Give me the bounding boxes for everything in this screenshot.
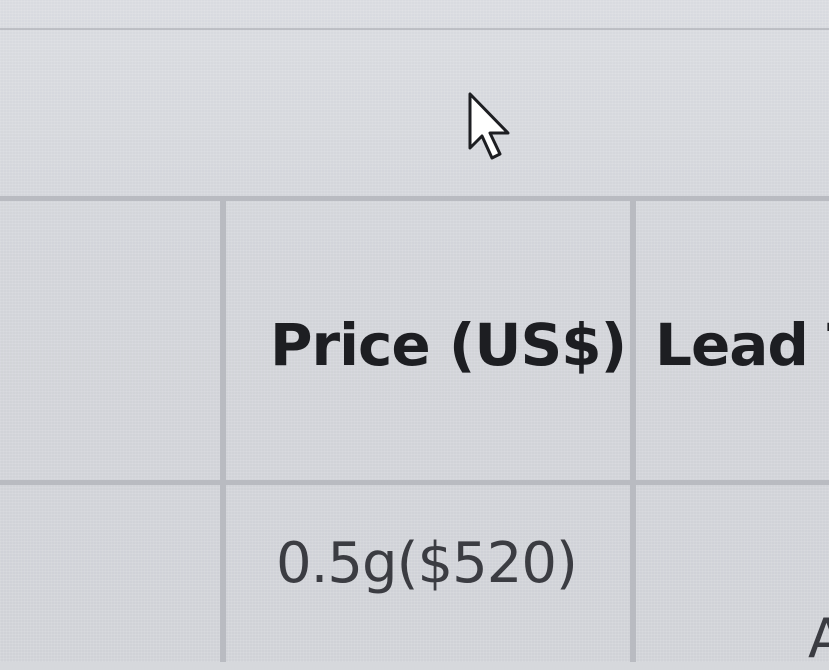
table-header-bottom-border xyxy=(0,480,829,485)
arrow-cursor-icon xyxy=(468,92,510,160)
column-divider-2 xyxy=(630,196,636,662)
column-header-lead-time[interactable]: Lead T xyxy=(655,316,829,374)
table-cell-lead-time[interactable]: A xyxy=(808,612,829,666)
table-cell-price[interactable]: 0.5g($520) xyxy=(276,536,578,592)
top-divider xyxy=(0,28,829,30)
column-divider-1 xyxy=(220,196,226,662)
column-header-price[interactable]: Price (US$) xyxy=(270,316,627,374)
table-header-top-border xyxy=(0,196,829,201)
